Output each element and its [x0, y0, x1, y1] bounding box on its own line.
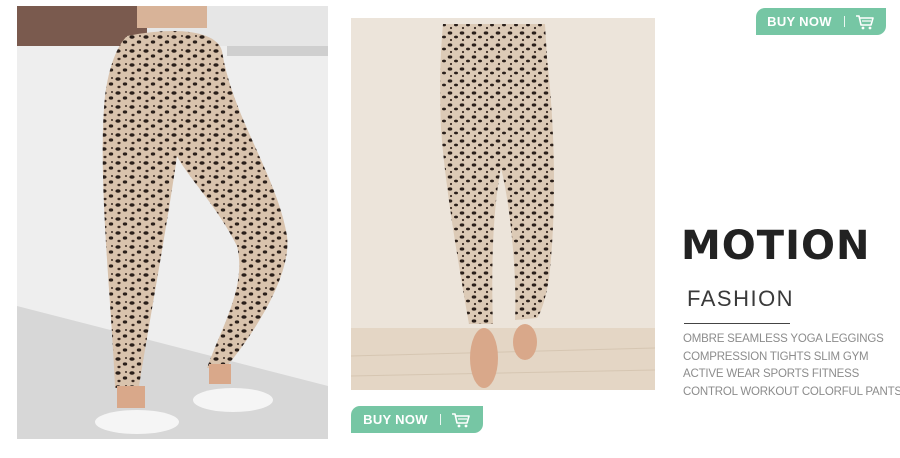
- brand-title: MOTION: [681, 223, 871, 269]
- buy-now-label: BUY NOW: [767, 14, 832, 29]
- button-divider: [439, 414, 441, 425]
- title-divider: [684, 323, 790, 324]
- cart-icon: [451, 412, 470, 427]
- buy-now-button-top[interactable]: BUY NOW: [756, 8, 886, 35]
- product-photo-center: [351, 18, 655, 390]
- cart-icon: [855, 14, 874, 29]
- description-line: ACTIVE WEAR SPORTS FITNESS: [683, 368, 860, 380]
- button-divider: [843, 16, 845, 27]
- brand-subtitle: FASHION: [687, 286, 795, 311]
- description-line: OMBRE SEAMLESS YOGA LEGGINGS: [683, 333, 884, 345]
- product-description: OMBRE SEAMLESS YOGA LEGGINGS COMPRESSION…: [683, 331, 900, 401]
- buy-now-label: BUY NOW: [363, 412, 428, 427]
- description-line: CONTROL WORKOUT COLORFUL PANTS: [683, 385, 900, 398]
- leopard-leggings-front-image: [351, 18, 655, 390]
- description-line: COMPRESSION TIGHTS SLIM GYM: [683, 350, 869, 363]
- leopard-leggings-side-image: [17, 6, 328, 439]
- buy-now-button-bottom[interactable]: BUY NOW: [351, 406, 483, 433]
- product-photo-left: [17, 6, 328, 439]
